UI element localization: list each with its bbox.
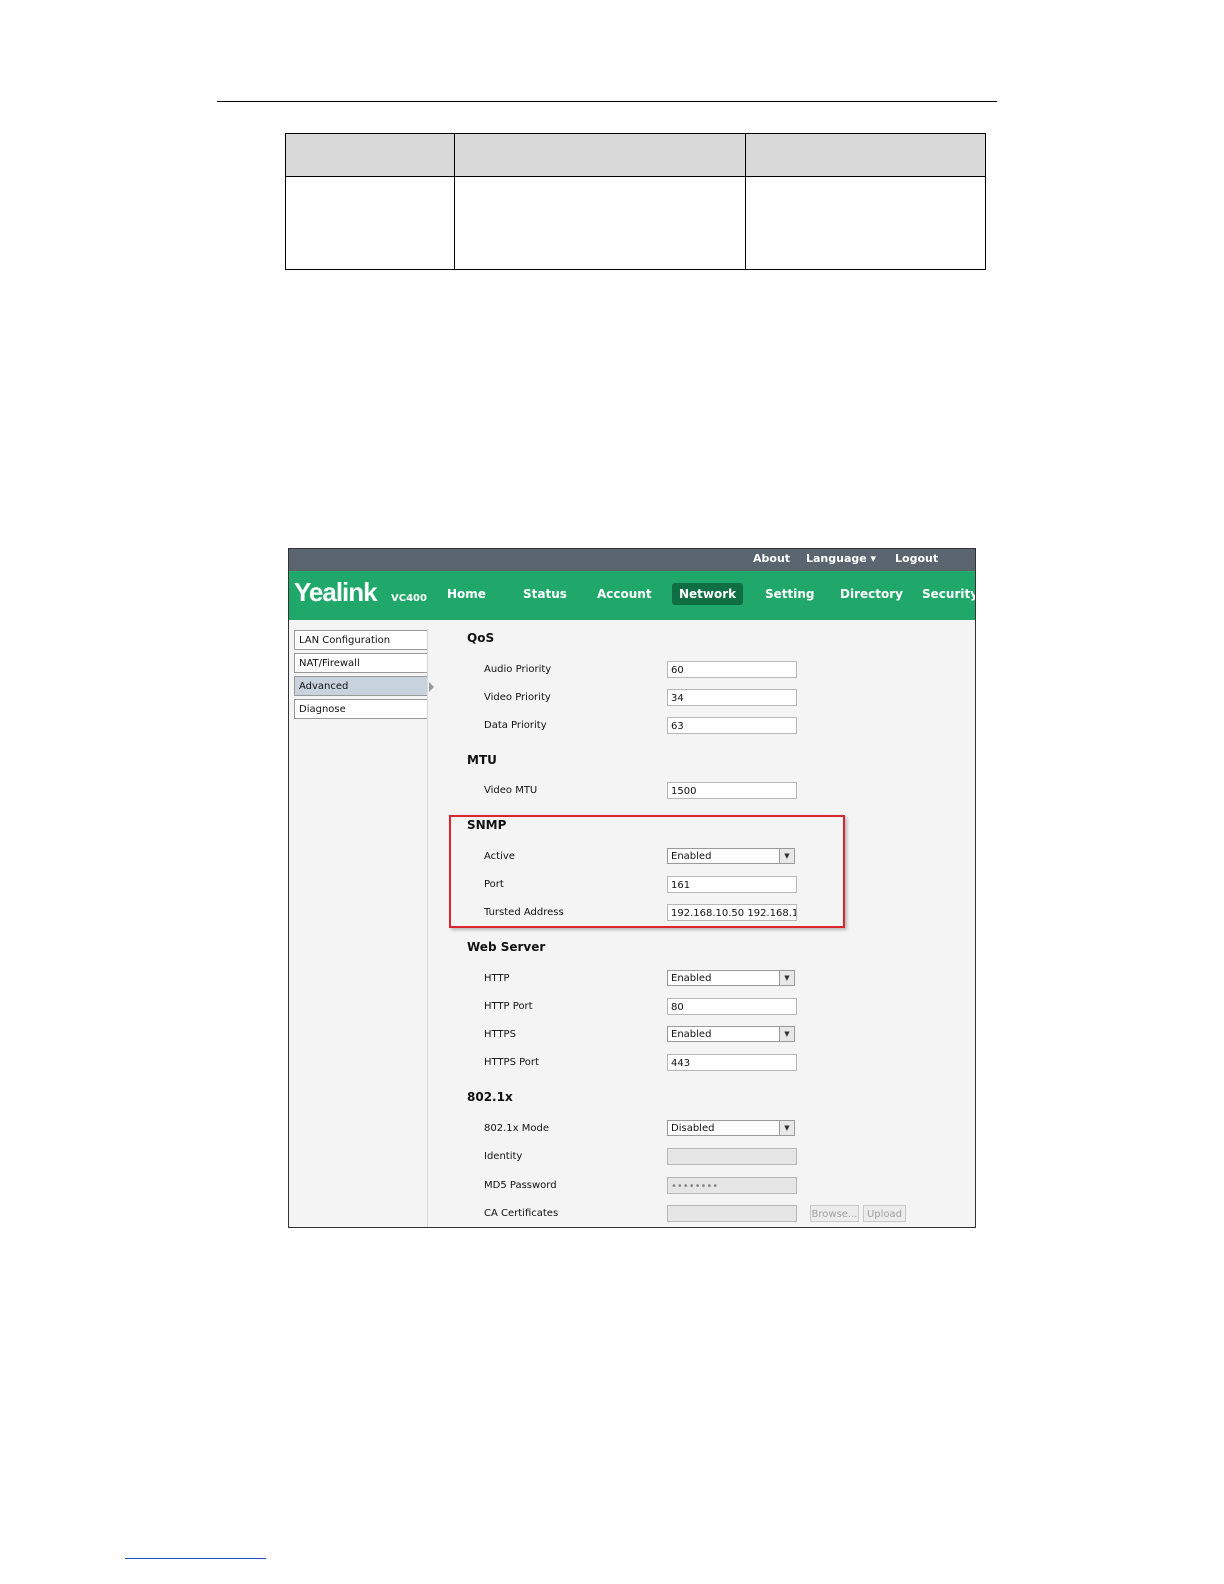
http-label: HTTP [484,973,510,984]
snmp-heading: SNMP [467,818,507,832]
web-ui-screenshot: About Language ▾ Logout Yealink VC400 Ho… [288,548,976,1228]
chevron-down-icon: ▼ [779,1027,794,1041]
data-priority-input[interactable]: 63 [667,717,797,734]
sidebar-item-label: Advanced [299,681,349,692]
ca-certificates-label: CA Certificates [484,1208,559,1219]
about-link[interactable]: About [753,552,790,565]
data-priority-label: Data Priority [484,720,547,731]
language-menu[interactable]: Language ▾ [806,552,876,565]
https-port-label: HTTPS Port [484,1057,539,1068]
http-port-label: HTTP Port [484,1001,533,1012]
snmp-port-label: Port [484,879,504,890]
model-label: VC400 [391,593,427,604]
nav-setting[interactable]: Setting [765,587,815,601]
dot1x-mode-label: 802.1x Mode [484,1123,549,1134]
logout-link[interactable]: Logout [895,552,938,565]
nav-status[interactable]: Status [523,587,567,601]
yealink-logo: Yealink [294,577,378,607]
identity-input[interactable] [667,1148,797,1165]
select-value: Disabled [671,1123,715,1134]
web-server-heading: Web Server [467,940,546,954]
sidebar-divider [427,629,428,1227]
sidebar-item-diagnose[interactable]: Diagnose [294,699,428,719]
trusted-address-input[interactable]: 192.168.10.50 192.168.1.1 [667,904,797,921]
sidebar-item-nat-firewall[interactable]: NAT/Firewall [294,653,428,673]
table-cell [454,176,746,270]
https-select[interactable]: Enabled ▼ [667,1026,795,1042]
http-port-input[interactable]: 80 [667,998,797,1015]
chevron-down-icon: ▼ [779,849,794,863]
main-nav-bar: Yealink VC400 Home Status Account Networ… [289,571,975,620]
qos-heading: QoS [467,631,495,645]
audio-priority-label: Audio Priority [484,664,552,675]
sidebar-item-advanced[interactable]: Advanced [294,676,434,696]
table-header-cell [454,133,746,177]
nav-home[interactable]: Home [447,587,486,601]
video-mtu-input[interactable]: 1500 [667,782,797,799]
snmp-active-label: Active [484,851,515,862]
document-table [285,133,986,270]
http-select[interactable]: Enabled ▼ [667,970,795,986]
table-row [285,176,986,270]
table-cell [285,176,455,270]
https-label: HTTPS [484,1029,516,1040]
browse-button[interactable]: Browse... [810,1205,859,1222]
chevron-down-icon: ▼ [779,1121,794,1135]
nav-directory[interactable]: Directory [840,587,903,601]
trusted-address-label: Tursted Address [484,907,564,918]
table-header-cell [745,133,986,177]
video-priority-input[interactable]: 34 [667,689,797,706]
dot1x-mode-select[interactable]: Disabled ▼ [667,1120,795,1136]
table-header-cell [285,133,455,177]
nav-security[interactable]: Security [922,587,975,601]
nav-network[interactable]: Network [672,583,744,605]
nav-account[interactable]: Account [597,587,652,601]
select-value: Enabled [671,1029,712,1040]
md5-password-label: MD5 Password [484,1180,557,1191]
sidebar-item-lan-configuration[interactable]: LAN Configuration [294,630,428,650]
top-utility-bar: About Language ▾ Logout [289,549,975,571]
chevron-right-icon [429,682,434,692]
identity-label: Identity [484,1151,523,1162]
sidebar: LAN Configuration NAT/Firewall Advanced … [294,630,434,722]
footer-link-underline [125,1558,266,1559]
video-priority-label: Video Priority [484,692,551,703]
ca-certificates-input[interactable] [667,1205,797,1222]
upload-button[interactable]: Upload [863,1205,906,1222]
dot1x-heading: 802.1x [467,1090,513,1104]
select-value: Enabled [671,973,712,984]
select-value: Enabled [671,851,712,862]
snmp-active-select[interactable]: Enabled ▼ [667,848,795,864]
snmp-port-input[interactable]: 161 [667,876,797,893]
chevron-down-icon: ▼ [779,971,794,985]
mtu-heading: MTU [467,753,497,767]
page-header-rule [217,101,997,102]
https-port-input[interactable]: 443 [667,1054,797,1071]
table-header-row [285,133,986,177]
audio-priority-input[interactable]: 60 [667,661,797,678]
table-cell [745,176,986,270]
video-mtu-label: Video MTU [484,785,538,796]
md5-password-input[interactable]: •••••••• [667,1177,797,1194]
